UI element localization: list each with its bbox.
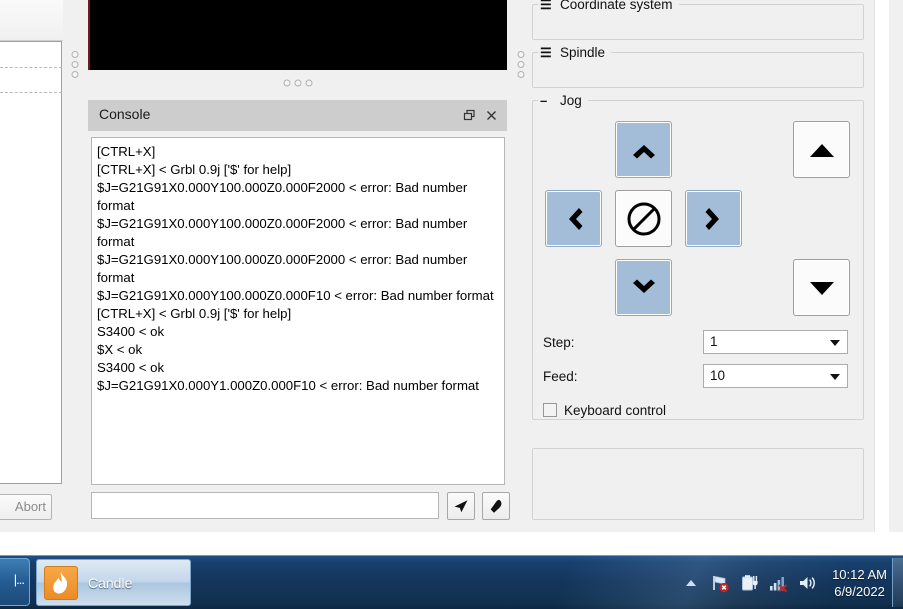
jog-z-plus-button[interactable] (793, 121, 850, 178)
chevron-down-icon (632, 279, 655, 293)
console-output[interactable]: [CTRL+X] [CTRL+X] < Grbl 0.9j ['$' for h… (91, 137, 505, 485)
hamburger-icon[interactable]: ☰ (540, 46, 553, 59)
keyboard-control-label[interactable]: Keyboard control (564, 403, 666, 418)
group-title: Jog (560, 93, 582, 108)
taskbar-item-candle[interactable]: Candle (36, 559, 191, 606)
feed-select[interactable]: 10 (703, 364, 848, 388)
splitter-dot (71, 71, 79, 78)
chevron-left-icon (568, 207, 582, 230)
step-value: 1 (710, 334, 718, 349)
clock[interactable]: 10:12 AM 6/9/2022 (832, 566, 887, 600)
jog-x-plus-button[interactable] (685, 190, 742, 247)
screen: Abort Console [CTRL+X] [CTRL+X] < Grbl 0… (0, 0, 903, 609)
splitter-dot (517, 51, 525, 58)
jog-feed-row: Feed: 10 (543, 363, 848, 389)
send-icon[interactable] (447, 492, 475, 520)
step-label: Step: (543, 334, 575, 350)
signal-error-icon[interactable] (768, 573, 788, 593)
splitter-handle-left[interactable] (68, 0, 82, 532)
chevron-down-icon (830, 374, 840, 380)
splitter-dot (283, 79, 290, 87)
group-spindle: ☰ Spindle (532, 44, 864, 88)
console-input-row (91, 492, 510, 520)
chevron-up-icon[interactable] (681, 573, 701, 593)
network-error-icon[interactable] (710, 573, 730, 593)
splitter-dot (71, 51, 79, 58)
splitter-dot (294, 79, 301, 87)
chevron-up-icon (632, 144, 655, 158)
close-icon[interactable] (483, 107, 500, 124)
splitter-dot (71, 61, 79, 68)
group-title: Spindle (560, 45, 606, 60)
jog-step-row: Step: 1 (543, 329, 848, 355)
jog-y-plus-button[interactable] (615, 121, 672, 178)
jog-stop-button[interactable] (615, 190, 672, 247)
group-header-jog[interactable]: – Jog (538, 92, 588, 109)
jog-keyboard-row: Keyboard control (543, 397, 666, 423)
minus-icon[interactable]: – (540, 94, 553, 107)
clock-time: 10:12 AM (832, 566, 887, 582)
chevron-down-icon (830, 340, 840, 346)
candle-application-window: Abort Console [CTRL+X] [CTRL+X] < Grbl 0… (0, 0, 903, 532)
hamburger-icon[interactable]: ☰ (540, 0, 553, 11)
no-entry-icon (627, 202, 660, 235)
jog-x-minus-button[interactable] (545, 190, 602, 247)
system-tray: 10:12 AM 6/9/2022 (681, 556, 899, 609)
jog-z-minus-button[interactable] (793, 259, 850, 316)
group-jog: – Jog Step: 1 Feed: 10 Keyboard control (532, 92, 864, 423)
splitter-dots (517, 48, 525, 81)
gcode-table[interactable] (0, 41, 62, 484)
keyboard-control-checkbox[interactable] (543, 403, 557, 417)
splitter-dot (517, 71, 525, 78)
battery-plug-icon[interactable] (739, 573, 759, 593)
console-command-input[interactable] (91, 492, 439, 519)
start-button[interactable]: |... (0, 558, 30, 606)
clock-date: 6/9/2022 (834, 583, 885, 599)
group-coordinate-system: ☰ Coordinate system (532, 0, 864, 40)
console-title: Console (99, 106, 151, 122)
feed-value: 10 (710, 368, 726, 383)
windows-taskbar: |... Candle 10:12 AM 6/9/2022 (0, 555, 903, 609)
triangle-down-icon (809, 281, 834, 295)
splitter-dot (517, 61, 525, 68)
splitter-dot (305, 79, 312, 87)
splitter-dots (71, 48, 79, 81)
splitter-handle-middle[interactable] (88, 76, 507, 90)
splitter-dots (281, 79, 314, 87)
eraser-icon[interactable] (482, 492, 510, 520)
left-toolbar-strip (0, 0, 63, 41)
flame-icon (44, 565, 78, 600)
triangle-up-icon (809, 143, 834, 157)
center-column: Console [CTRL+X] [CTRL+X] < Grbl 0.9j ['… (88, 0, 510, 532)
speaker-icon[interactable] (797, 573, 817, 593)
taskbar-item-label: Candle (88, 574, 133, 591)
right-panel-scrollbar[interactable] (874, 0, 889, 532)
group-header-coordinate-system[interactable]: ☰ Coordinate system (538, 0, 679, 13)
console-dock-widget: Console [CTRL+X] [CTRL+X] < Grbl 0.9j ['… (88, 100, 510, 532)
left-panel: Abort (0, 0, 63, 532)
group-header-spindle[interactable]: ☰ Spindle (538, 44, 612, 61)
show-desktop-button[interactable] (892, 558, 903, 607)
step-select[interactable]: 1 (703, 330, 848, 354)
restore-icon[interactable] (461, 107, 478, 124)
feed-label: Feed: (543, 368, 578, 384)
3d-viewport[interactable] (88, 0, 507, 70)
right-control-panel: ☰ Coordinate system ☰ Spindle – Jog Step… (528, 0, 889, 532)
console-titlebar: Console (88, 100, 507, 131)
jog-y-minus-button[interactable] (615, 259, 672, 316)
splitter-handle-right[interactable] (514, 0, 528, 532)
group-title: Coordinate system (560, 0, 673, 12)
table-row (0, 67, 62, 68)
table-row (0, 92, 62, 93)
abort-button[interactable]: Abort (0, 494, 52, 520)
chevron-right-icon (705, 207, 719, 230)
group-empty-panel (532, 448, 864, 520)
